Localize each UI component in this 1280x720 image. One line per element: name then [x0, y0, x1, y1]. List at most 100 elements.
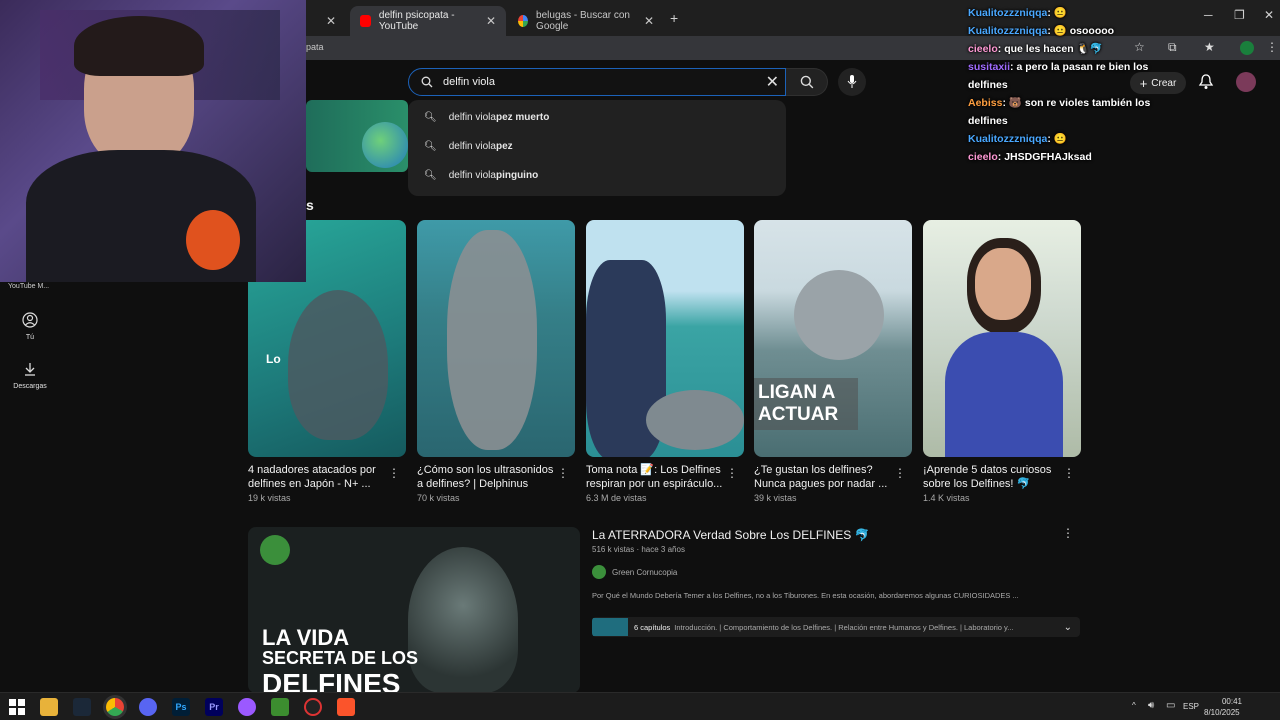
premiere-icon[interactable]: Pr [205, 698, 223, 716]
tab-label: belugas - Buscar con Google [536, 10, 630, 32]
short-card[interactable]: ¿Cómo son los ultrasonidos a delfines? |… [417, 220, 575, 503]
chat-username: Kualitozzzniqqa [968, 133, 1048, 145]
microphone-icon [847, 75, 857, 88]
tab-google[interactable]: belugas - Buscar con Google ✕ [508, 6, 664, 36]
notifications-bell-icon[interactable] [1198, 74, 1214, 90]
tab-label: delfin psicopata - YouTube [378, 10, 455, 32]
short-views: 39 k vistas [754, 493, 797, 503]
chat-text: que les hacen 🐧🐬 [1004, 43, 1103, 55]
favorites-icon[interactable]: ★ [1204, 40, 1215, 54]
voice-search-button[interactable] [838, 68, 866, 96]
sidebar: Tú Descargas [0, 280, 60, 692]
short-card[interactable]: Toma nota 📝: Los Delfines respiran por u… [586, 220, 744, 503]
chat-username: susitaxii [968, 61, 1011, 73]
short-title[interactable]: ¿Te gustan los delfines? Nunca pagues po… [754, 463, 892, 491]
chat-message: Aebiss: 🐻 son re violes también los delf… [968, 97, 1151, 127]
minecraft-icon[interactable] [271, 698, 289, 716]
more-options-icon[interactable]: ⋮ [557, 466, 569, 480]
more-options-icon[interactable]: ⋮ [388, 466, 400, 480]
sidebar-item-you[interactable]: Tú [8, 312, 52, 341]
sidebar-item-downloads[interactable]: Descargas [8, 361, 52, 390]
network-icon[interactable]: ▭ [1166, 700, 1175, 711]
tab-partial[interactable]: ✕ [310, 6, 346, 36]
chat-message: susitaxii: a pero la pasan re bien los d… [968, 61, 1149, 91]
obs-icon[interactable] [304, 698, 322, 716]
chat-message: cieelo: que les hacen 🐧🐬 [968, 43, 1103, 55]
account-avatar[interactable] [1236, 72, 1256, 92]
chat-text: 😐 osooooo [1053, 25, 1115, 37]
close-icon[interactable]: ✕ [644, 14, 654, 28]
brave-icon[interactable] [337, 698, 355, 716]
menu-icon[interactable]: ⋮ [1266, 40, 1278, 54]
search-icon [421, 76, 433, 88]
close-icon[interactable]: ✕ [486, 14, 496, 28]
chrome-icon[interactable] [106, 698, 124, 716]
youtube-favicon-icon [360, 15, 371, 27]
more-options-icon[interactable]: ⋮ [894, 466, 906, 480]
clock-time[interactable]: 00:41 [1212, 697, 1242, 706]
more-options-icon[interactable]: ⋮ [1062, 526, 1074, 540]
video-description: Por Qué el Mundo Debería Temer a los Del… [592, 591, 1019, 600]
suggestion-prefix: delfin viola [448, 169, 496, 181]
short-title[interactable]: Toma nota 📝: Los Delfines respiran por u… [586, 463, 724, 491]
video-chapters[interactable]: 6 capítulos Introducción. | Comportamien… [592, 617, 1080, 637]
short-thumbnail[interactable]: LIGAN A ACTUAR [754, 220, 912, 457]
volume-icon[interactable]: 🔊︎ [1148, 700, 1154, 711]
short-card[interactable]: ¡Aprende 5 datos curiosos sobre los Delf… [923, 220, 1081, 503]
app-icon[interactable] [238, 698, 256, 716]
steam-icon[interactable] [73, 698, 91, 716]
suggestion-item[interactable]: 🔍︎ delfin viola pez [408, 132, 786, 160]
short-thumbnail[interactable] [417, 220, 575, 457]
video-channel[interactable]: Green Cornucopia [592, 565, 677, 579]
thumb-text: SECRETA DE LOS [262, 648, 419, 668]
photoshop-icon[interactable]: Ps [172, 698, 190, 716]
chevron-down-icon[interactable]: ⌄ [1064, 622, 1072, 633]
channel-avatar[interactable] [592, 565, 606, 579]
search-icon: 🔍︎ [424, 111, 437, 123]
channel-name[interactable]: Green Cornucopia [612, 568, 677, 577]
globe-icon [362, 122, 408, 168]
suggestion-item[interactable]: 🔍︎ delfin viola pinguino [408, 161, 786, 189]
tab-youtube[interactable]: delfin psicopata - YouTube ✕ [350, 6, 506, 36]
discord-icon[interactable] [139, 698, 157, 716]
language-indicator[interactable]: ESP [1183, 702, 1199, 711]
channel-logo-icon [260, 535, 290, 565]
user-circle-icon [22, 312, 38, 328]
profile-avatar[interactable] [1240, 41, 1254, 55]
video-meta: 516 k vistas · hace 3 años [592, 545, 685, 554]
search-query[interactable]: delfin viola [443, 76, 495, 88]
chapters-text: Introducción. | Comportamiento de los De… [674, 622, 1014, 632]
video-title[interactable]: La ATERRADORA Verdad Sobre Los DELFINES … [592, 528, 870, 542]
new-tab-button[interactable]: + [670, 10, 678, 26]
search-button[interactable] [786, 68, 828, 96]
close-icon[interactable]: ✕ [326, 14, 336, 28]
short-thumbnail[interactable] [586, 220, 744, 457]
clock-date[interactable]: 8/10/2025 [1204, 708, 1240, 717]
short-views: 6.3 M de vistas [586, 493, 647, 503]
more-options-icon[interactable]: ⋮ [726, 466, 738, 480]
video-thumbnail[interactable]: LA VIDA SECRETA DE LOS DELFINES [248, 527, 580, 693]
maximize-icon[interactable]: ❐ [1234, 8, 1245, 22]
windows-start-icon[interactable] [8, 698, 26, 716]
clear-search-icon[interactable]: ✕ [766, 72, 779, 92]
short-title[interactable]: 4 nadadores atacados por delfines en Jap… [248, 463, 386, 491]
windows-taskbar: Ps Pr ^ 🔊︎ ▭ ESP 00:41 8/10/2025 [0, 692, 1280, 720]
sidebar-item-label: Descargas [13, 383, 47, 390]
short-thumbnail[interactable] [923, 220, 1081, 457]
shelf-thumbnail-partial[interactable] [306, 100, 408, 172]
minimize-icon[interactable]: ─ [1204, 8, 1213, 22]
file-explorer-icon[interactable] [40, 698, 58, 716]
suggestion-item[interactable]: 🔍︎ delfin viola pez muerto [408, 103, 786, 131]
short-title[interactable]: ¿Cómo son los ultrasonidos a delfines? |… [417, 463, 555, 491]
window-close-icon[interactable]: ✕ [1264, 8, 1274, 22]
chat-message: Kualitozzzniqqa: 😐 [968, 133, 1067, 145]
chevron-up-icon[interactable]: ^ [1132, 701, 1136, 710]
search-input[interactable]: delfin viola ✕ [408, 68, 786, 96]
url-text[interactable]: pata [306, 42, 324, 52]
short-title[interactable]: ¡Aprende 5 datos curiosos sobre los Delf… [923, 463, 1061, 491]
sidebar-item-label: Tú [25, 334, 35, 341]
suggestion-rest: pez [495, 140, 513, 152]
more-options-icon[interactable]: ⋮ [1063, 466, 1075, 480]
short-card[interactable]: LIGAN A ACTUAR ¿Te gustan los delfines? … [754, 220, 912, 503]
chat-text: 😐 [1053, 133, 1067, 145]
